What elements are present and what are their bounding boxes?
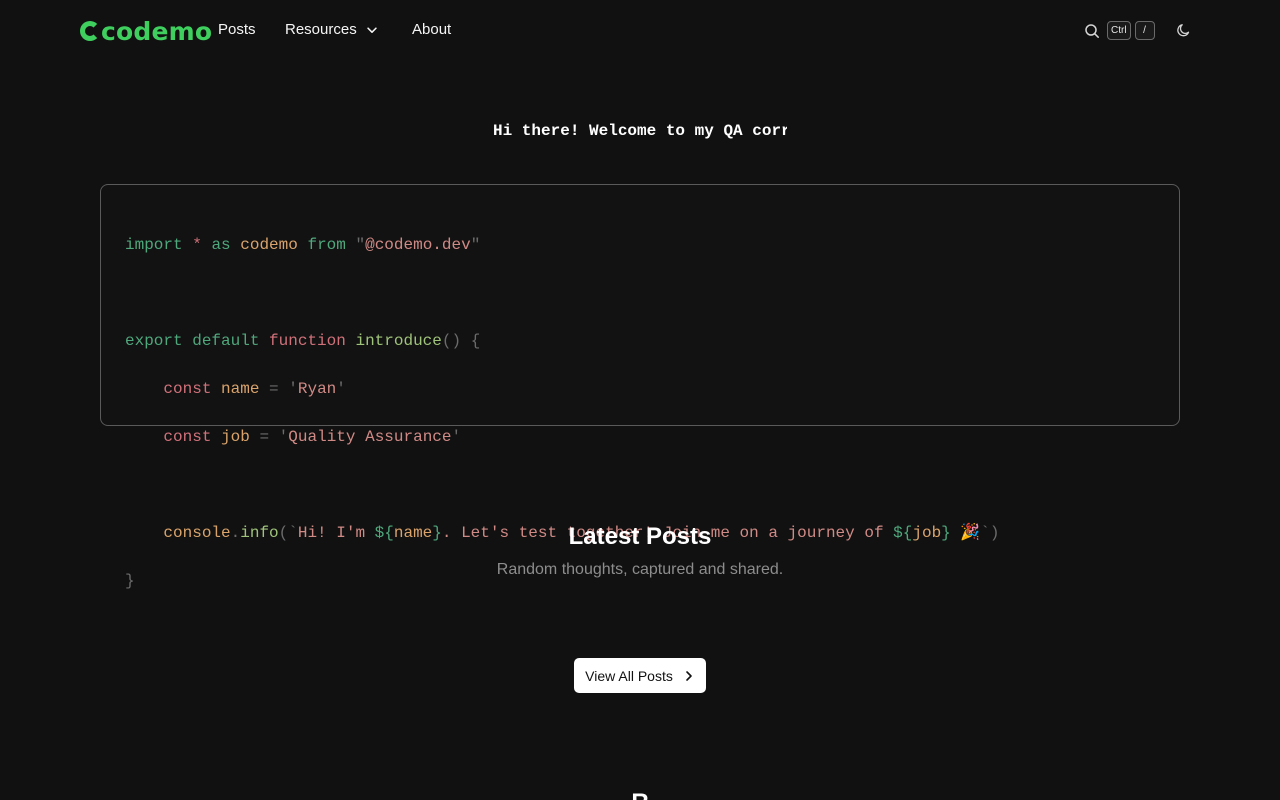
kbd-slash: / [1134, 21, 1155, 40]
code-token: Quality Assurance [288, 428, 452, 446]
nav-resources-label: Resources [285, 21, 357, 38]
code-token: const [163, 380, 212, 398]
next-section-title: R [0, 789, 1280, 800]
chevron-right-icon [686, 670, 692, 681]
nav-link-resources[interactable]: Resources [285, 21, 379, 38]
code-line-1: import * as codemo from "@codemo.dev" [125, 236, 481, 254]
typed-text: Hi there! Welcome to my QA corr [493, 122, 787, 140]
view-all-posts-button[interactable]: View All Posts [574, 658, 706, 693]
code-token: function [269, 332, 346, 350]
code-token: introduce [355, 332, 442, 350]
top-nav: codemo Posts Resources About Ctrl / [0, 0, 1280, 60]
view-all-label: View All Posts [585, 667, 673, 684]
code-line-3: export default function introduce() { [125, 332, 481, 350]
latest-posts-title: Latest Posts [568, 523, 712, 550]
site-logo[interactable]: codemo [80, 16, 213, 46]
intro-code-block: import * as codemo from "@codemo.dev" ex… [100, 184, 1180, 590]
latest-posts-subtitle: Random thoughts, captured and shared. [496, 561, 784, 578]
logo-mark-icon [80, 21, 100, 41]
search-button[interactable]: Ctrl / [1084, 21, 1155, 40]
code-token: default [192, 332, 260, 350]
logo-text: codemo [101, 16, 213, 46]
code-token: import [125, 236, 183, 254]
code-token: export [125, 332, 183, 350]
code-token: as [211, 236, 231, 254]
code-token: name [221, 380, 260, 398]
nav-link-posts[interactable]: Posts [218, 21, 256, 38]
search-icon [1085, 23, 1099, 38]
kbd-ctrl: Ctrl [1107, 21, 1131, 40]
code-token: job [221, 428, 250, 446]
code-line-5: const job = 'Quality Assurance' [163, 428, 462, 446]
code-line-4: const name = 'Ryan' [163, 380, 346, 398]
code-token: from [307, 236, 346, 254]
chevron-down-icon [366, 26, 377, 33]
moon-icon[interactable] [1176, 22, 1192, 38]
nav-link-about[interactable]: About [412, 21, 451, 38]
hero-typed-heading: Hi there! Welcome to my QA corr [0, 122, 1280, 140]
code-token: * [192, 236, 202, 254]
code-token: codemo [240, 236, 298, 254]
code-token: Ryan [297, 380, 337, 398]
code-token: const [163, 428, 212, 446]
code-token: @codemo.dev [365, 236, 471, 254]
